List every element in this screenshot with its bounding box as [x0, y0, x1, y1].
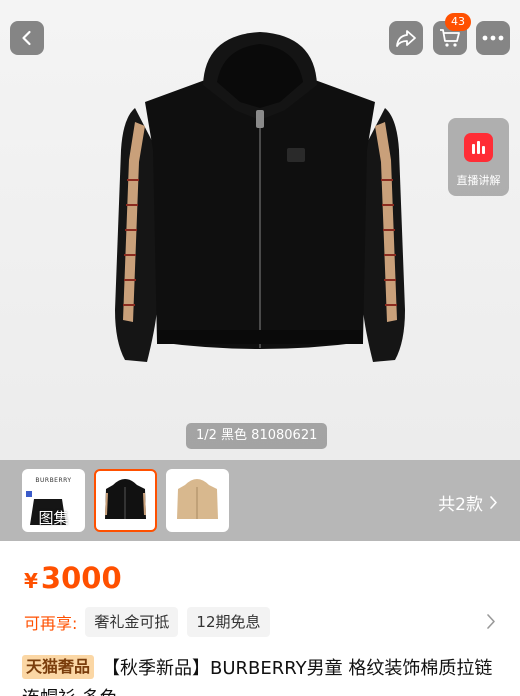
share-button[interactable] [389, 21, 423, 55]
thumbnail-brand-text: BURBERRY [35, 477, 72, 484]
live-explain-button[interactable]: 直播讲解 [448, 118, 509, 196]
thumbnail-album[interactable]: BURBERRY 图集 [22, 469, 85, 532]
thumbnail-black-hoodie[interactable] [94, 469, 157, 532]
cart-icon [440, 29, 460, 47]
price-display: ¥ 3000 [24, 561, 122, 595]
variant-total-link[interactable]: 共2款 [438, 490, 498, 515]
product-image-black-hoodie [115, 32, 405, 362]
live-explain-label: 直播讲解 [456, 174, 501, 187]
cart-button[interactable]: 43 [433, 13, 471, 55]
promotion-row[interactable]: 可再享: 奢礼金可抵 12期免息 [24, 607, 500, 637]
chevron-right-icon [487, 614, 495, 629]
price-currency: ¥ [24, 569, 38, 593]
more-button[interactable] [476, 21, 510, 55]
more-dots-icon [482, 35, 504, 41]
image-counter-label: 1/2 黑色 81080621 [186, 423, 328, 449]
beige-hoodie-thumbnail-image [177, 479, 218, 519]
product-info-panel: ¥ 3000 可再享: 奢礼金可抵 12期免息 天猫奢品 【秋季新品】BURBER… [0, 541, 520, 696]
cart-count-badge: 43 [445, 13, 471, 31]
product-detail-page: 43 直播讲解 1/2 黑色 81080621 BURBERRY 图集 共2款 … [0, 0, 520, 696]
black-hoodie-thumbnail-image [105, 479, 146, 519]
share-arrow-icon [396, 30, 416, 47]
thumbnail-album-label: 图集 [38, 509, 69, 527]
back-button[interactable] [10, 21, 44, 55]
variant-total-text: 共2款 [438, 495, 483, 515]
promotion-lead-label: 可再享: [24, 614, 78, 633]
chevron-left-icon [22, 30, 31, 46]
thumbnail-beige-hoodie[interactable] [166, 469, 229, 532]
tmall-luxury-badge: 天猫奢品 [22, 655, 95, 679]
promotion-tag-gift-credit: 奢礼金可抵 [85, 607, 179, 637]
promotion-tag-installment: 12期免息 [187, 607, 270, 637]
variant-thumbnail-strip: BURBERRY 图集 共2款 [0, 460, 520, 541]
live-bars-icon [464, 133, 493, 162]
price-amount: 3000 [40, 561, 122, 595]
product-image-carousel[interactable]: 43 直播讲解 1/2 黑色 81080621 [0, 0, 520, 460]
chevron-right-icon [490, 496, 497, 509]
product-title: 天猫奢品【秋季新品】BURBERRY男童 格纹装饰棉质拉链连帽衫 多色 [22, 654, 502, 696]
